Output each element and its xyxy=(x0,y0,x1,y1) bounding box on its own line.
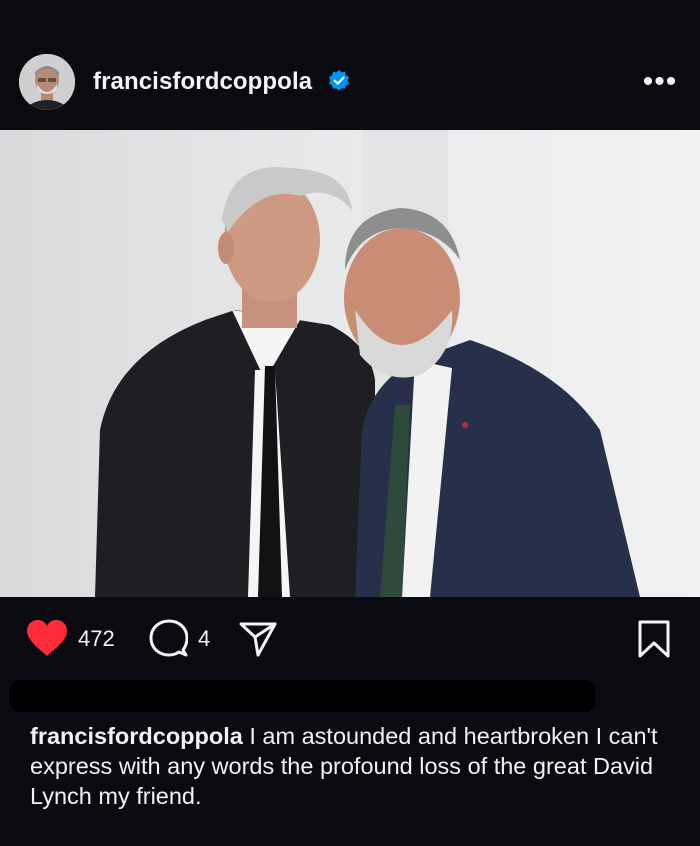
like-count[interactable]: 472 xyxy=(78,626,115,652)
redaction-bar xyxy=(10,680,595,712)
verified-badge-icon xyxy=(327,69,351,93)
caption-username[interactable]: francisfordcoppola xyxy=(30,723,243,749)
paper-plane-icon[interactable] xyxy=(238,619,278,659)
profile-avatar[interactable] xyxy=(19,54,75,110)
comment-bubble-icon[interactable] xyxy=(148,619,189,659)
post-header: francisfordcoppola ••• xyxy=(0,0,700,130)
heart-icon[interactable] xyxy=(26,619,68,657)
post-username[interactable]: francisfordcoppola xyxy=(93,68,312,96)
bookmark-icon[interactable] xyxy=(636,619,672,659)
post-actions: 472 4 xyxy=(0,597,700,677)
post-caption: francisfordcoppola I am astounded and he… xyxy=(30,721,680,811)
post-photo xyxy=(0,130,700,597)
comment-count[interactable]: 4 xyxy=(198,626,210,652)
more-options-icon[interactable]: ••• xyxy=(640,64,680,100)
